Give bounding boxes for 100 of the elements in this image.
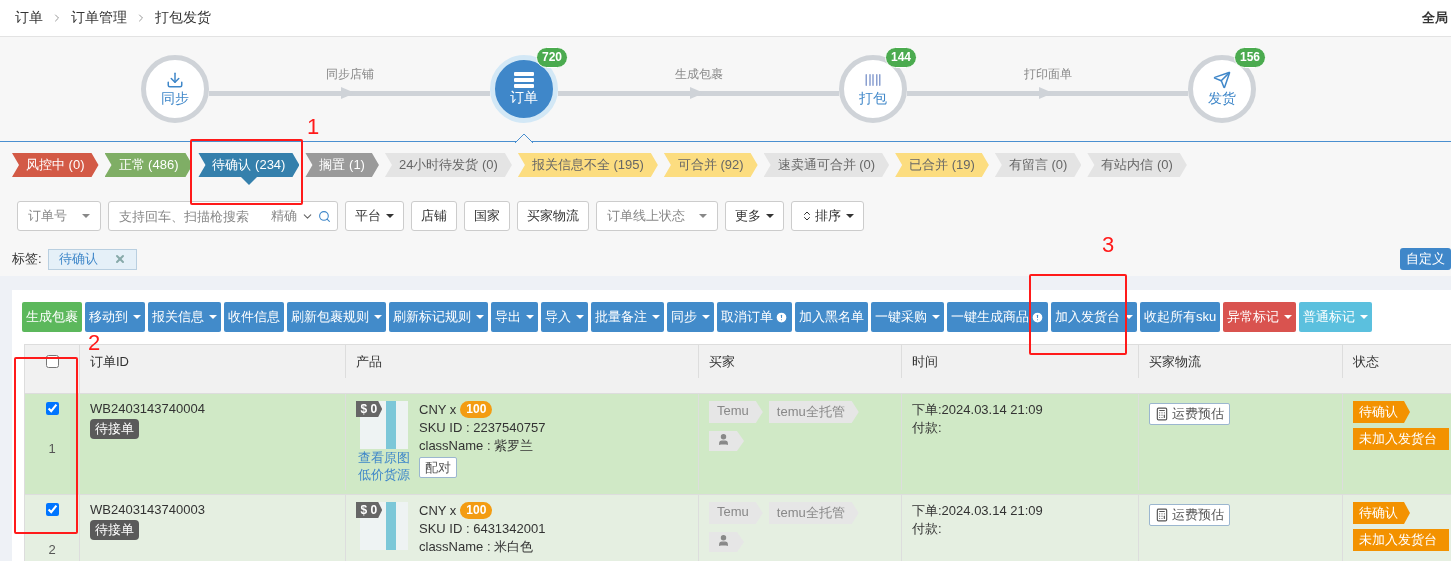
step-label: 订单 [510, 88, 538, 107]
custom-button[interactable]: 自定义 [1400, 248, 1451, 270]
order-time: 下单:2024.03.14 21:09 [912, 502, 1043, 520]
step-circle[interactable]: 同步 [141, 55, 209, 123]
action-button[interactable]: 一键生成商品 [947, 302, 1048, 332]
field-select[interactable]: 订单号 [17, 201, 101, 231]
column-header: 订单ID [90, 352, 129, 371]
action-button[interactable]: 导入 [541, 302, 588, 332]
column-header: 产品 [356, 352, 382, 371]
filter-tab[interactable]: 24小时待发货 (0) [384, 153, 512, 177]
action-button[interactable]: 一键采购 [871, 302, 944, 332]
action-button[interactable]: 收件信息 [224, 302, 284, 332]
buyer-tag: temu全托管 [768, 401, 859, 423]
pay-time: 付款: [912, 520, 942, 538]
filter-tab[interactable]: 待确认 (234) [198, 153, 300, 177]
annotation-number: 1 [307, 117, 320, 137]
freight-estimate-button[interactable]: 运费预估 [1149, 403, 1230, 425]
status-tag: 待确认 [1353, 401, 1410, 423]
action-button[interactable]: 报关信息 [148, 302, 221, 332]
count-badge: 156 [1233, 47, 1266, 68]
global-label: 全局 [1422, 9, 1448, 27]
class-name-text: className : 米白色 [419, 538, 534, 555]
connector-label: 打印面单 [1023, 65, 1072, 83]
status-tag: 未加入发货台 [1353, 428, 1449, 450]
status-tag: 待确认 [1353, 502, 1410, 524]
freight-estimate-button[interactable]: 运费预估 [1149, 504, 1230, 526]
order-status-tag: 待接单 [90, 520, 139, 540]
search-field[interactable]: 支持回车、扫描枪搜索 精确 [108, 201, 338, 231]
column-header: 状态 [1353, 352, 1379, 371]
currency-text: CNY x [419, 502, 457, 519]
column-header: 时间 [912, 352, 938, 371]
order-time: 下单:2024.03.14 21:09 [912, 401, 1043, 419]
action-button[interactable]: 导出 [491, 302, 538, 332]
column-header: 买家物流 [1149, 352, 1201, 371]
class-name-text: className : 紫罗兰 [419, 437, 534, 454]
filter-button[interactable]: 国家 [464, 201, 510, 231]
action-button[interactable]: 加入黑名单 [795, 302, 868, 332]
count-badge: 720 [535, 47, 568, 68]
connector-label: 同步店铺 [325, 65, 374, 83]
price-tag: $ 0 [355, 502, 383, 518]
status-tag: 未加入发货台 [1353, 529, 1449, 551]
annotation-number: 3 [1102, 235, 1115, 255]
breadcrumb-link[interactable]: 打包发货 [155, 9, 211, 27]
buyer-tag: temu全托管 [768, 502, 859, 524]
pair-button[interactable]: 配对 [419, 457, 457, 478]
quantity-badge: 100 [460, 401, 493, 418]
filter-button[interactable]: 买家物流 [517, 201, 589, 231]
step-label: 同步 [161, 89, 189, 108]
currency-text: CNY x [419, 401, 457, 418]
product-link[interactable]: 查看原图 [357, 449, 410, 466]
connector-label: 生成包裹 [674, 65, 723, 83]
action-button[interactable]: 刷新包裹规则 [287, 302, 386, 332]
filter-tab[interactable]: 报关信息不全 (195) [517, 153, 658, 177]
step-label: 打包 [859, 89, 887, 108]
filter-tab[interactable]: 搁置 (1) [305, 153, 379, 177]
product-link[interactable]: 低价货源 [357, 466, 410, 483]
buyer-tag: Temu [709, 401, 763, 423]
price-tag: $ 0 [355, 401, 383, 417]
pay-time: 付款: [912, 419, 942, 437]
quantity-badge: 100 [460, 502, 493, 519]
action-button[interactable]: 移动到 [85, 302, 145, 332]
tag-label: 标签: [12, 250, 42, 268]
breadcrumb-link[interactable]: 订单 [15, 9, 43, 27]
filter-button[interactable]: 平台 [345, 201, 404, 231]
filter-button[interactable]: 更多 [725, 201, 784, 231]
buyer-tag: Temu [709, 502, 763, 524]
chip-text: 待确认 [58, 250, 98, 268]
sku-text: SKU ID : 2237540757 [419, 419, 546, 436]
sort-button[interactable]: 排序 [791, 201, 864, 231]
filter-button[interactable]: 店铺 [411, 201, 457, 231]
status-select[interactable]: 订单线上状态 [596, 201, 718, 231]
breadcrumb-link[interactable]: 订单管理 [71, 9, 127, 27]
action-button[interactable]: 生成包裹 [22, 302, 82, 332]
step-label: 发货 [1208, 89, 1236, 108]
match-mode-select[interactable]: 精确 [271, 207, 297, 225]
action-button[interactable]: 刷新标记规则 [389, 302, 488, 332]
order-status-tag: 待接单 [90, 419, 139, 439]
filter-tab[interactable]: 速卖通可合并 (0) [763, 153, 890, 177]
row-number: 1 [48, 441, 56, 456]
sku-text: SKU ID : 6431342001 [419, 520, 546, 537]
count-badge: 144 [884, 47, 917, 68]
filter-tab[interactable]: 风控中 (0) [12, 153, 99, 177]
action-button[interactable]: 普通标记 [1299, 302, 1373, 332]
action-button[interactable]: 加入发货台 [1051, 302, 1137, 332]
order-id: WB2403143740003 [90, 502, 205, 517]
annotation-number: 2 [88, 333, 101, 353]
filter-tab[interactable]: 已合并 (19) [895, 153, 989, 177]
column-header: 买家 [709, 352, 735, 371]
filter-tab[interactable]: 有站内信 (0) [1087, 153, 1187, 177]
action-button[interactable]: 收起所有sku [1140, 302, 1221, 332]
search-input[interactable]: 支持回车、扫描枪搜索 [119, 208, 267, 224]
row-number: 2 [48, 542, 56, 557]
filter-tab[interactable]: 正常 (486) [104, 153, 193, 177]
action-button[interactable]: 取消订单 [717, 302, 792, 332]
order-id: WB2403143740004 [90, 401, 205, 416]
action-button[interactable]: 同步 [667, 302, 714, 332]
action-button[interactable]: 批量备注 [591, 302, 664, 332]
filter-tab[interactable]: 可合并 (92) [663, 153, 758, 177]
action-button[interactable]: 异常标记 [1223, 302, 1297, 332]
filter-tab[interactable]: 有留言 (0) [994, 153, 1082, 177]
